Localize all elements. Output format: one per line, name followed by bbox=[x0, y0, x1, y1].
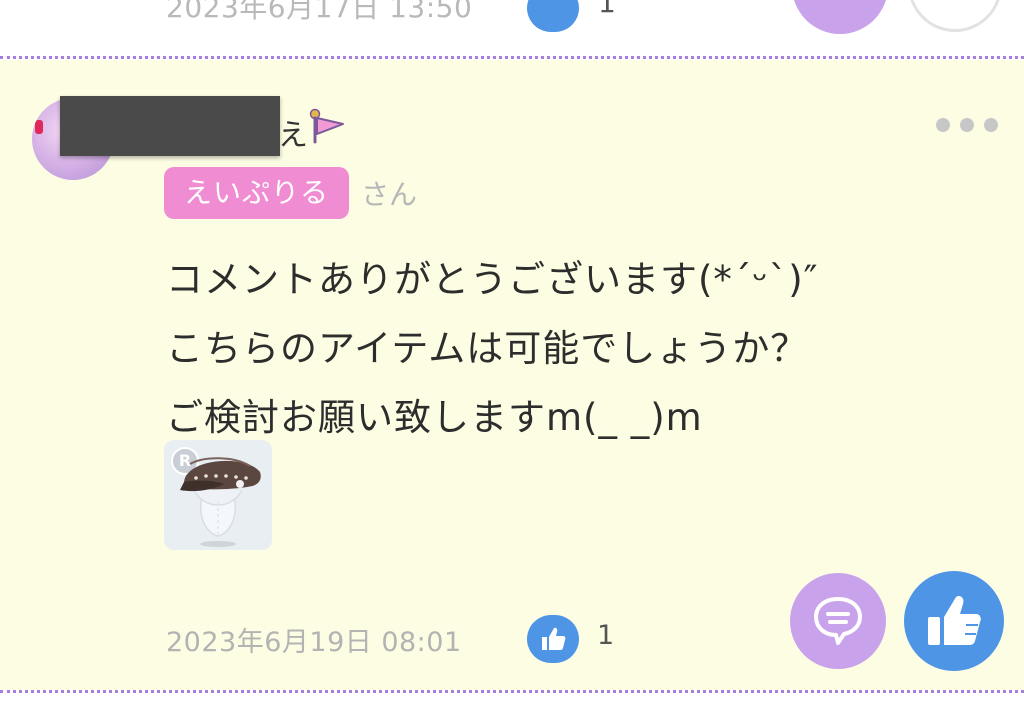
previous-reply-button[interactable] bbox=[792, 0, 888, 34]
comment-card: え えいぷりる さん コメントありがとうございます(*ˊᵕˋ)″ こちらのアイテ… bbox=[0, 60, 1024, 690]
newsboy-cap-item-icon bbox=[180, 457, 261, 547]
reply-button[interactable] bbox=[790, 573, 886, 669]
mention: えいぷりる さん bbox=[164, 167, 417, 219]
like-count: 1 bbox=[597, 620, 615, 651]
previous-comment-date: 2023年6月17日 13:50 bbox=[166, 0, 473, 24]
comment-text-line: こちらのアイテムは可能でしょうか？ bbox=[166, 327, 809, 370]
mention-tag[interactable]: えいぷりる bbox=[164, 167, 350, 219]
previous-like-badge-icon[interactable] bbox=[527, 0, 579, 32]
previous-like-button[interactable] bbox=[908, 0, 1002, 32]
previous-like-count: 1 bbox=[598, 0, 616, 19]
attached-item-thumbnail[interactable]: R bbox=[164, 440, 272, 550]
thumbs-up-icon bbox=[928, 595, 981, 645]
flag-icon bbox=[307, 108, 347, 146]
speech-bubble-icon bbox=[814, 597, 862, 645]
previous-comment-footer: 2023年6月17日 13:50 1 bbox=[0, 0, 1024, 56]
avatar-accent bbox=[35, 120, 43, 134]
like-button[interactable] bbox=[904, 571, 1004, 671]
username-redaction bbox=[60, 96, 280, 156]
comment-text: コメントありがとうございます(*ˊᵕˋ)″ こちらのアイテムは可能でしょうか？ … bbox=[166, 245, 819, 452]
username[interactable]: え bbox=[278, 110, 308, 154]
more-options-icon[interactable] bbox=[936, 118, 1006, 134]
next-comment-edge bbox=[0, 693, 1024, 701]
comment-text-line: コメントありがとうございます(*ˊᵕˋ)″ bbox=[166, 258, 819, 301]
comment-date: 2023年6月19日 08:01 bbox=[166, 627, 462, 658]
mention-suffix: さん bbox=[361, 178, 418, 211]
like-badge-icon[interactable] bbox=[527, 615, 579, 663]
comment-divider bbox=[0, 56, 1024, 59]
